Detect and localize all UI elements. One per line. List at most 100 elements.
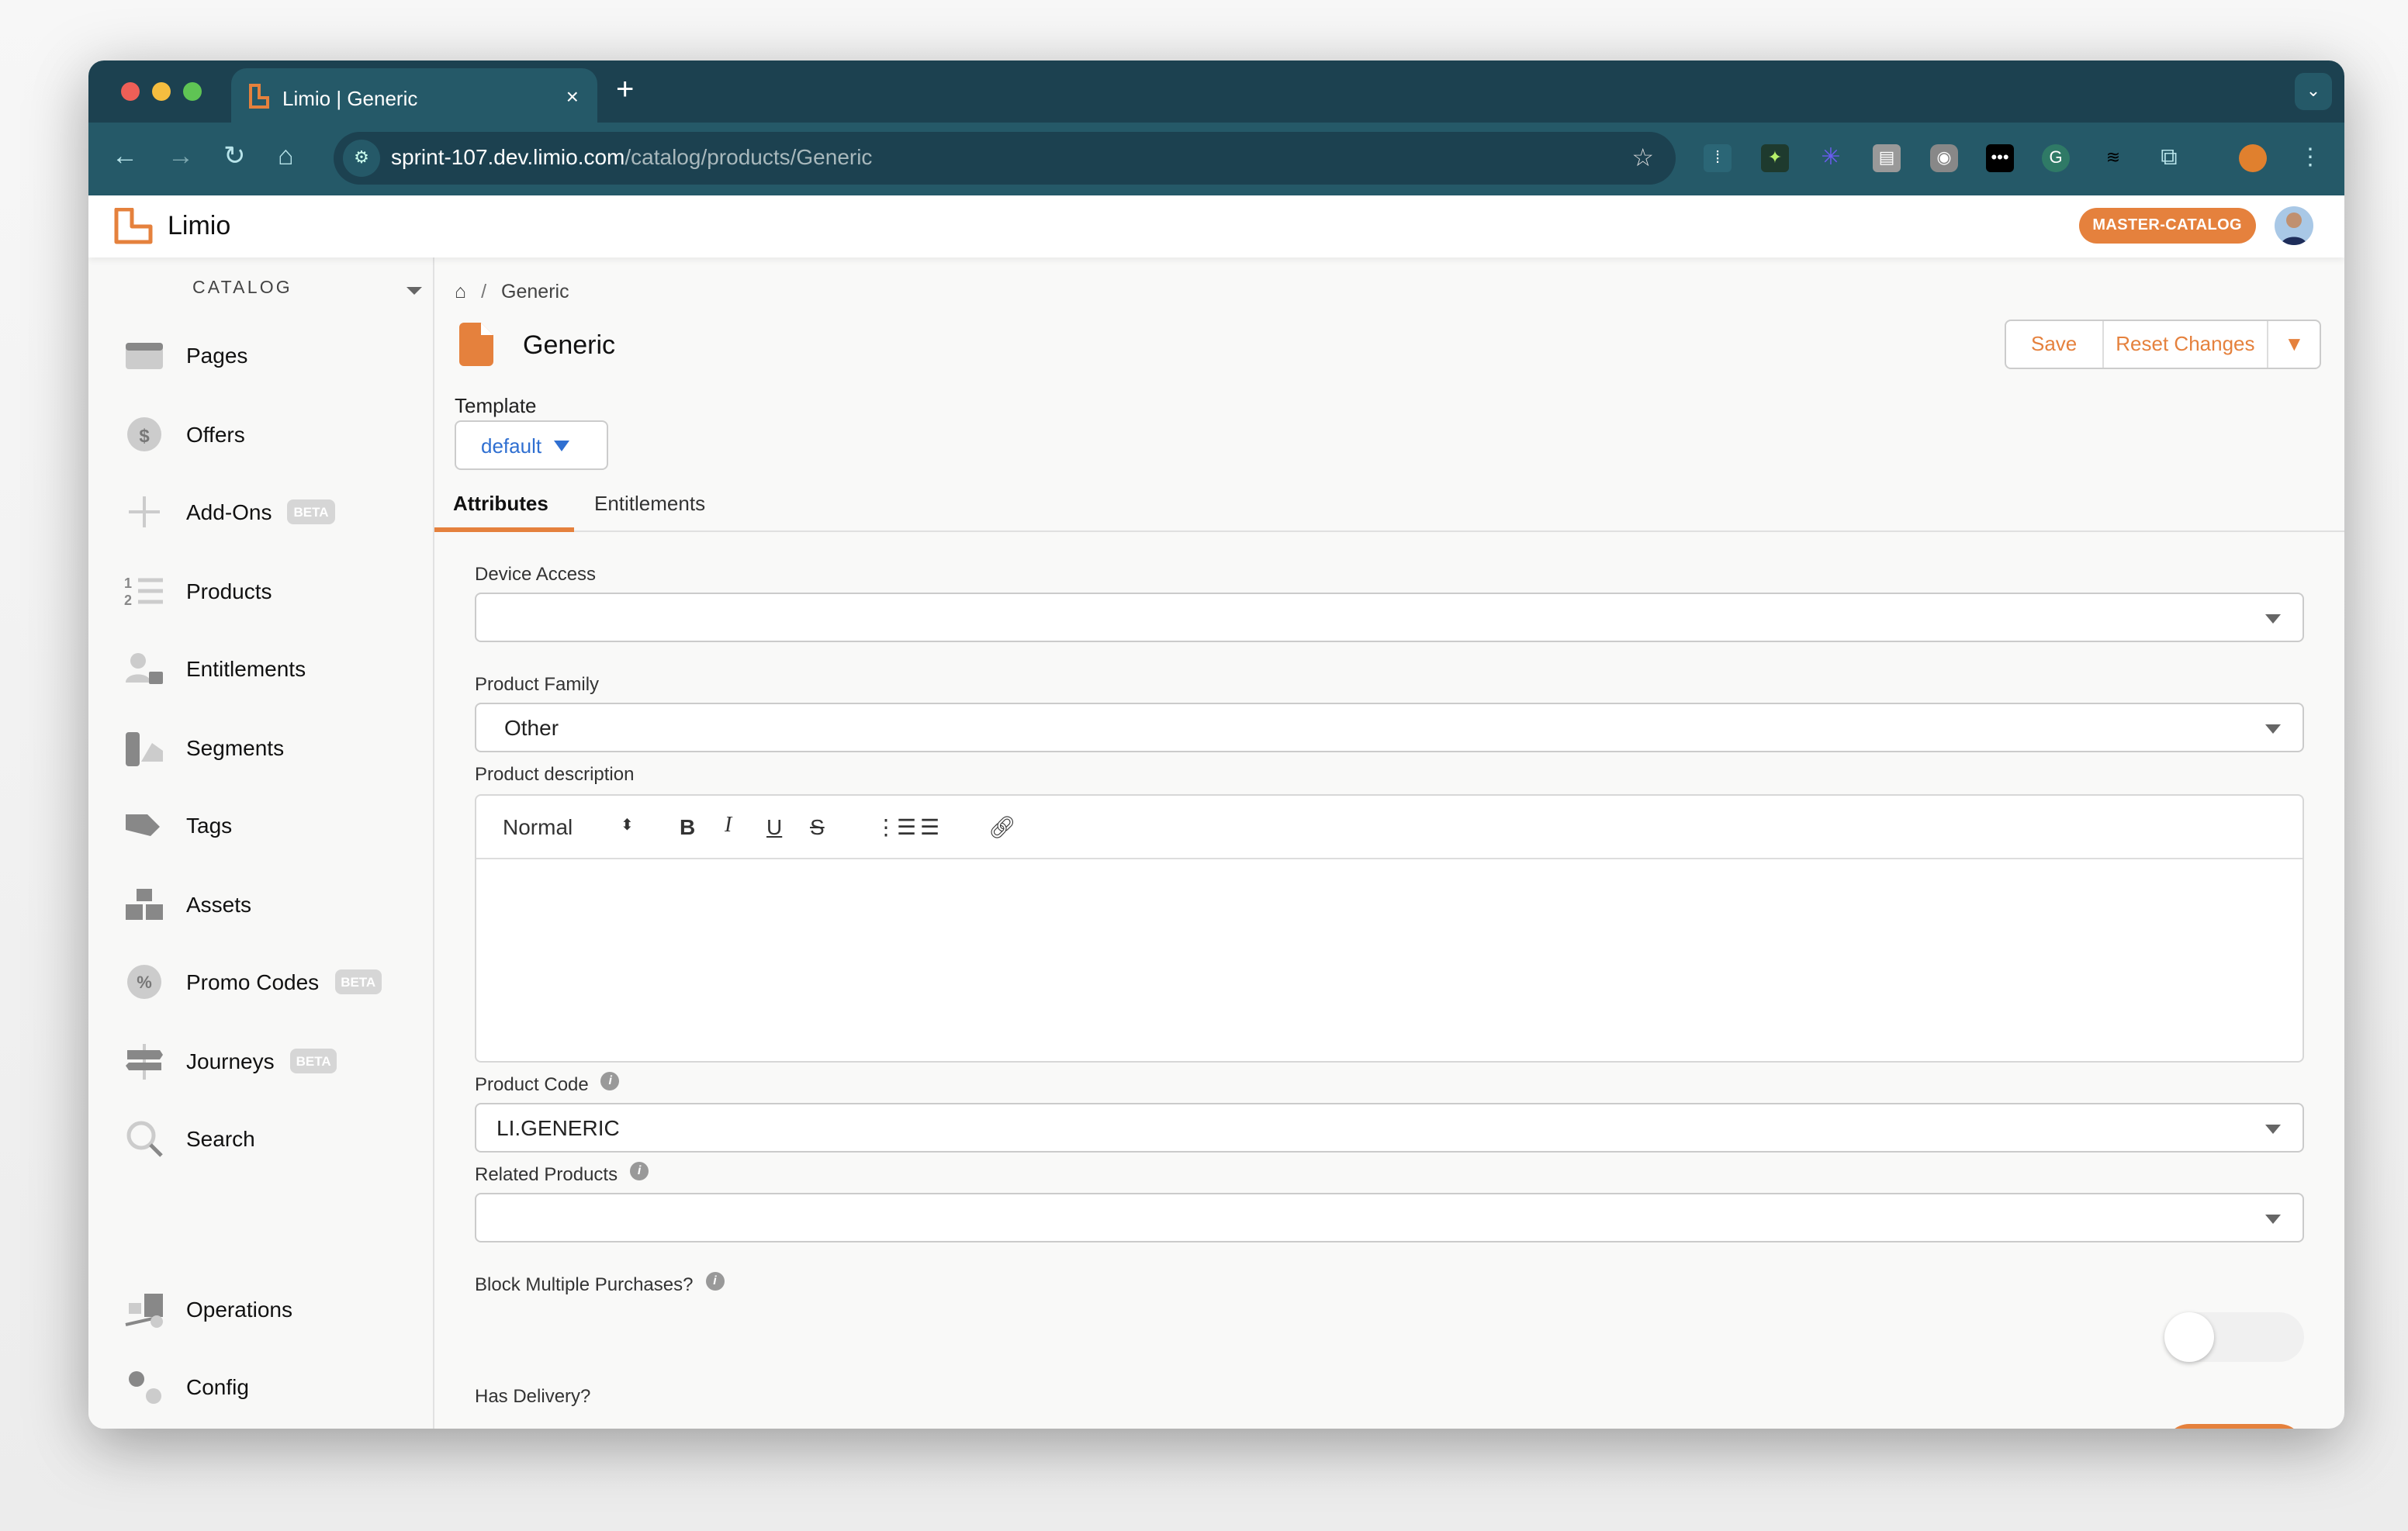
catalog-section-label[interactable]: CATALOG (192, 279, 292, 298)
sidebar-item-label: Pages (186, 343, 248, 368)
info-icon[interactable]: i (630, 1162, 649, 1180)
extensions-puzzle-icon[interactable]: ⧉ (2155, 144, 2183, 172)
tags-icon (126, 814, 160, 836)
app-header: Limio MASTER-CATALOG (88, 195, 2344, 257)
sidebar-item-search[interactable]: Search (124, 1115, 419, 1162)
home-icon[interactable]: ⌂ (455, 281, 466, 302)
sidebar-item-add-ons[interactable]: Add-Ons BETA (124, 489, 419, 535)
beta-badge: BETA (334, 969, 382, 994)
browser-toolbar: ← → ↻ ⌂ ⚙ sprint-107.dev.limio.com/catal… (88, 123, 2344, 195)
brand-name: Limio (168, 211, 231, 240)
sidebar-item-pages[interactable]: Pages (124, 332, 419, 378)
product-code-select[interactable]: LI.GENERIC (475, 1103, 2304, 1153)
template-select[interactable]: default (455, 420, 608, 470)
sidebar-item-label: Config (186, 1374, 249, 1399)
bold-button[interactable]: B (680, 814, 695, 839)
svg-text:1: 1 (124, 575, 132, 591)
breadcrumb-current: Generic (501, 281, 569, 302)
browser-menu-icon[interactable]: ⋮ (2296, 144, 2324, 172)
site-settings-icon[interactable]: ⚙ (343, 140, 380, 177)
segments-icon (126, 732, 163, 766)
sidebar-item-label: Segments (186, 735, 285, 760)
sidebar-item-promo-codes[interactable]: % Promo Codes BETA (124, 959, 419, 1005)
catalog-badge[interactable]: MASTER-CATALOG (2078, 208, 2256, 244)
block-multiple-purchases-label: Block Multiple Purchases? i (475, 1272, 725, 1295)
minimize-window-button[interactable] (152, 82, 171, 101)
close-tab-icon[interactable]: × (566, 84, 579, 109)
camera-extension-icon[interactable]: ◉ (1930, 144, 1958, 172)
bookmark-star-icon[interactable]: ☆ (1631, 143, 1654, 174)
has-delivery-toggle[interactable] (2164, 1424, 2304, 1429)
underline-button[interactable]: U (766, 814, 782, 839)
maximize-window-button[interactable] (183, 82, 202, 101)
sidebar-item-config[interactable]: Config (124, 1363, 419, 1410)
save-button[interactable]: Save (2006, 321, 2104, 368)
browser-window: Limio | Generic × + ⌄ ← → ↻ ⌂ ⚙ sprint-1… (88, 60, 2344, 1429)
back-icon[interactable]: ← (112, 141, 138, 172)
gears-icon (129, 1371, 161, 1404)
extension-icon[interactable]: ≋ (2099, 144, 2127, 172)
product-family-select[interactable]: Other (475, 703, 2304, 752)
forward-icon[interactable]: → (168, 141, 194, 172)
sidebar-item-tags[interactable]: Tags (124, 802, 419, 848)
save-button-group: Save Reset Changes ▼ (2005, 320, 2322, 369)
format-select[interactable]: Normal (503, 814, 573, 839)
reload-icon[interactable]: ↻ (223, 141, 246, 172)
block-multiple-purchases-toggle[interactable] (2164, 1312, 2304, 1362)
user-avatar[interactable] (2275, 206, 2313, 245)
template-value: default (481, 434, 542, 458)
sidebar-item-journeys[interactable]: Journeys BETA (124, 1038, 419, 1084)
italic-button[interactable]: I (725, 814, 732, 839)
extension-icon[interactable]: ⁞ (1704, 144, 1732, 172)
info-icon[interactable]: i (705, 1272, 725, 1291)
strikethrough-button[interactable]: S (810, 814, 825, 839)
sidebar-item-label: Entitlements (186, 656, 306, 681)
tab-search-button[interactable]: ⌄ (2295, 73, 2332, 110)
sidebar-item-offers[interactable]: $ Offers (124, 411, 419, 458)
related-products-select[interactable] (475, 1193, 2304, 1242)
svg-text:2: 2 (124, 593, 132, 608)
tab-attributes[interactable]: Attributes (453, 492, 548, 515)
close-window-button[interactable] (121, 82, 140, 101)
extension-icon[interactable]: ••• (1986, 144, 2014, 172)
format-select-arrows-icon[interactable]: ⬍ (621, 817, 634, 835)
caret-down-icon[interactable] (407, 287, 422, 295)
tab-bar: Limio | Generic × + ⌄ (88, 60, 2344, 124)
browser-tab[interactable]: Limio | Generic × (231, 68, 597, 124)
sidebar-item-segments[interactable]: Segments (124, 724, 419, 771)
extension-icon[interactable]: ▤ (1873, 144, 1901, 172)
sidebar-item-operations[interactable]: Operations (124, 1286, 419, 1332)
ordered-list-button[interactable]: ⋮☰ (875, 814, 916, 841)
new-tab-button[interactable]: + (616, 73, 634, 109)
profile-avatar[interactable] (2239, 144, 2267, 172)
more-actions-dropdown[interactable]: ▼ (2269, 321, 2320, 368)
search-icon (126, 1121, 163, 1157)
editor-body[interactable] (476, 859, 2302, 1061)
device-access-label: Device Access (475, 563, 597, 585)
info-icon[interactable]: i (600, 1072, 620, 1090)
tab-bar: Attributes Entitlements (434, 475, 2344, 532)
percent-badge-icon: % (127, 965, 161, 999)
extension-icon[interactable]: ✳ (1817, 144, 1845, 172)
sidebar-item-entitlements[interactable]: Entitlements (124, 645, 419, 692)
breadcrumb: ⌂ / Generic (455, 281, 569, 302)
sidebar-item-assets[interactable]: Assets (124, 881, 419, 928)
link-button[interactable]: 🔗︎ (988, 814, 1016, 841)
home-icon[interactable]: ⌂ (278, 141, 294, 172)
grammarly-icon[interactable]: G (2042, 144, 2070, 172)
extension-icon[interactable]: ✦ (1761, 144, 1789, 172)
caret-down-icon (2265, 724, 2281, 734)
sidebar-item-products[interactable]: 1 2 Products (124, 568, 419, 614)
bullet-list-button[interactable]: ☰ (920, 814, 939, 841)
device-access-select[interactable] (475, 593, 2304, 642)
product-code-value: LI.GENERIC (496, 1115, 620, 1140)
address-bar[interactable]: ⚙ sprint-107.dev.limio.com/catalog/produ… (334, 132, 1676, 185)
product-code-label: Product Code i (475, 1072, 620, 1095)
sidebar-item-label: Offers (186, 422, 245, 447)
beta-badge: BETA (289, 1049, 337, 1073)
reset-changes-button[interactable]: Reset Changes (2103, 321, 2269, 368)
signpost-icon (126, 1044, 163, 1080)
caret-down-icon (2265, 614, 2281, 624)
tab-entitlements[interactable]: Entitlements (594, 492, 705, 515)
caret-down-icon (2265, 1125, 2281, 1134)
